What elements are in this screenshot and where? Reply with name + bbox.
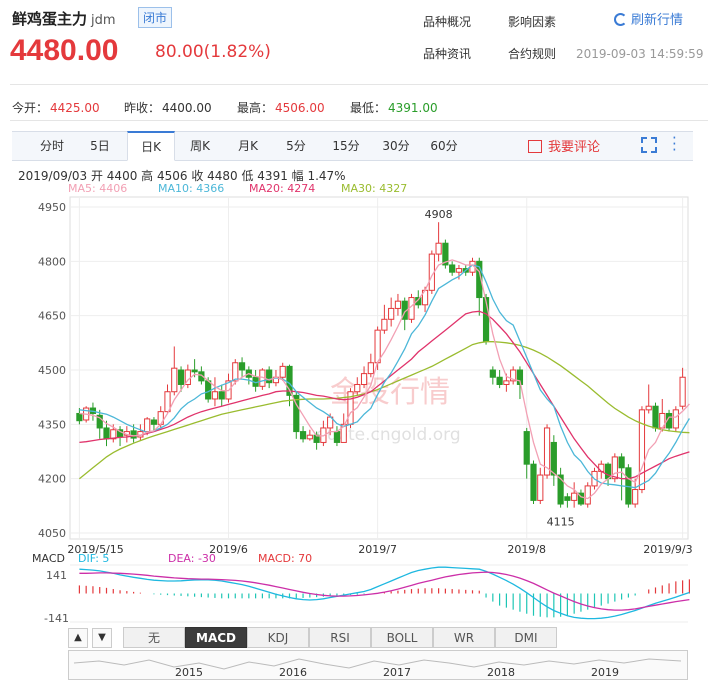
candle-down: [177, 369, 185, 385]
navigator-year-2016: 2016: [279, 666, 307, 679]
candle-up: [360, 373, 368, 385]
candle-down: [550, 441, 557, 476]
candle-up: [394, 300, 402, 309]
y-tick-label: 4050: [38, 527, 66, 540]
candle-down: [130, 430, 137, 439]
x-tick-label: 2019/8: [507, 543, 546, 556]
candle-down: [449, 264, 456, 273]
macd-top-label: 141: [46, 569, 67, 582]
navigator-year-2015: 2015: [175, 666, 203, 679]
candle-down: [103, 427, 110, 440]
candle-up: [211, 391, 219, 400]
candle-down: [191, 369, 198, 373]
candle-down: [333, 431, 341, 443]
scroll-up-button[interactable]: ▲: [68, 628, 88, 648]
candles: [76, 222, 686, 508]
candle-down: [76, 412, 83, 422]
candle-up: [306, 434, 313, 440]
candle-down: [205, 380, 212, 400]
candle-down: [618, 456, 625, 469]
candle-up: [374, 329, 381, 364]
candle-down: [652, 405, 659, 429]
macd-bottom-label: -141: [44, 612, 69, 625]
ma30-line: [78, 341, 690, 480]
candle-up: [537, 474, 544, 501]
candle-down: [523, 431, 530, 465]
candle-down: [238, 362, 246, 371]
chart-frame: [69, 196, 689, 540]
candle-up: [367, 362, 374, 375]
indicator-macd[interactable]: MACD: [185, 627, 247, 648]
y-tick-label: 4200: [38, 473, 66, 486]
candle-up: [388, 307, 395, 320]
candle-down: [218, 391, 225, 400]
candle-down: [299, 431, 307, 440]
candle-up: [571, 492, 578, 501]
y-tick-label: 4800: [38, 255, 66, 268]
candle-up: [144, 418, 151, 433]
indicator-rsi[interactable]: RSI: [309, 627, 371, 648]
y-tick-label: 4500: [38, 364, 66, 377]
navigator-year-2019: 2019: [591, 666, 619, 679]
time-navigator[interactable]: 2015 2016 2017 2018 2019: [68, 650, 688, 680]
low-annotation: 4115: [547, 515, 575, 528]
high-annotation: 4908: [425, 208, 453, 221]
chart-grid: [69, 196, 689, 540]
candle-up: [171, 367, 178, 393]
candle-up: [503, 380, 510, 385]
candle-down: [150, 419, 158, 425]
macd-dif: DIF: 5: [78, 552, 110, 565]
kline-chart: 金投行情 quote.cngold.org 49084115 495048004…: [38, 196, 693, 623]
candle-up: [381, 318, 388, 331]
x-tick-label: 2019/7: [358, 543, 397, 556]
candle-up: [632, 489, 639, 505]
y-tick-label: 4650: [38, 310, 66, 323]
navigator-year-2018: 2018: [487, 666, 515, 679]
navigator-year-2017: 2017: [383, 666, 411, 679]
scroll-down-button[interactable]: ▼: [92, 628, 112, 648]
candle-down: [530, 463, 537, 501]
macd-dea: DEA: -30: [168, 552, 216, 565]
candle-up: [435, 242, 442, 255]
candle-up: [672, 409, 679, 429]
candle-up: [638, 409, 646, 491]
candle-down: [489, 369, 496, 378]
candle-up: [645, 405, 652, 411]
macd-panel: [70, 564, 690, 623]
x-tick-label: 2019/9/3: [643, 543, 692, 556]
y-tick-label: 4950: [38, 201, 66, 214]
x-axis: 2019/5/15 2019/6 2019/7 2019/8 2019/9/3: [67, 543, 692, 556]
candle-up: [232, 362, 239, 382]
candle-up: [679, 376, 686, 407]
candle-up: [279, 365, 286, 378]
indicator-wr[interactable]: WR: [433, 627, 495, 648]
macd-title: MACD: [32, 552, 65, 565]
candle-up: [584, 485, 591, 505]
indicator-none[interactable]: 无: [123, 627, 185, 648]
candle-down: [564, 496, 571, 501]
dea-line: [79, 571, 690, 611]
indicator-boll[interactable]: BOLL: [371, 627, 433, 648]
y-tick-label: 4350: [38, 418, 66, 431]
indicator-kdj[interactable]: KDJ: [247, 627, 309, 648]
macd-value: MACD: 70: [258, 552, 313, 565]
candle-up: [354, 383, 361, 393]
indicator-dmi[interactable]: DMI: [495, 627, 557, 648]
candle-down: [496, 376, 503, 385]
candle-up: [455, 268, 463, 273]
y-axis: 4950 4800 4650 4500 4350 4200 4050: [38, 201, 66, 540]
